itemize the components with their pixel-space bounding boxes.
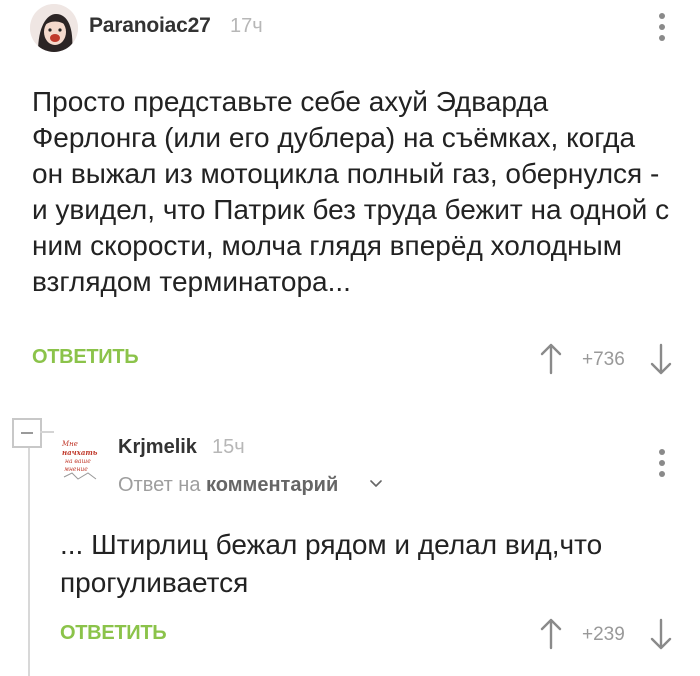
reply-button[interactable]: ОТВЕТИТЬ bbox=[32, 346, 139, 369]
chevron-down-icon[interactable] bbox=[369, 476, 383, 490]
avatar-text-4: мнение bbox=[64, 466, 88, 473]
vertical-dots-icon[interactable] bbox=[652, 10, 672, 44]
thread-connector bbox=[40, 431, 54, 433]
comment-author[interactable]: Krjmelik bbox=[118, 436, 197, 459]
comment-author[interactable]: Paranoiac27 bbox=[89, 14, 211, 38]
reply-to-prefix: Ответ на bbox=[118, 474, 201, 496]
avatar[interactable] bbox=[30, 4, 78, 52]
avatar-image: Мне начхать на ваше мнение bbox=[58, 433, 104, 485]
arrow-up-icon[interactable] bbox=[538, 618, 564, 650]
comment-time: 17ч bbox=[230, 15, 263, 37]
arrow-down-icon[interactable] bbox=[648, 618, 674, 650]
rating-count: +239 bbox=[582, 624, 625, 645]
minus-box-icon[interactable] bbox=[12, 418, 42, 448]
avatar[interactable]: Мне начхать на ваше мнение bbox=[58, 433, 104, 485]
arrow-down-icon[interactable] bbox=[648, 343, 674, 375]
avatar-text-1: Мне bbox=[61, 440, 78, 448]
vertical-dots-icon[interactable] bbox=[652, 446, 672, 480]
comment-text: ... Штирлиц бежал рядом и делал вид,что … bbox=[60, 529, 603, 598]
avatar-text-2: начхать bbox=[62, 448, 98, 457]
thread-line[interactable] bbox=[28, 448, 30, 676]
rating-count: +736 bbox=[582, 349, 625, 370]
reply-button[interactable]: ОТВЕТИТЬ bbox=[60, 622, 167, 645]
comment-text: Просто представьте себе ахуй Эдварда Фер… bbox=[32, 86, 670, 297]
reply-to-link[interactable]: Ответ на комментарий bbox=[118, 474, 338, 497]
arrow-up-icon[interactable] bbox=[538, 343, 564, 375]
comment-time: 15ч bbox=[212, 436, 245, 458]
reply-to-target[interactable]: комментарий bbox=[206, 474, 338, 496]
avatar-image bbox=[30, 4, 78, 52]
avatar-text-3: на ваше bbox=[65, 458, 91, 465]
